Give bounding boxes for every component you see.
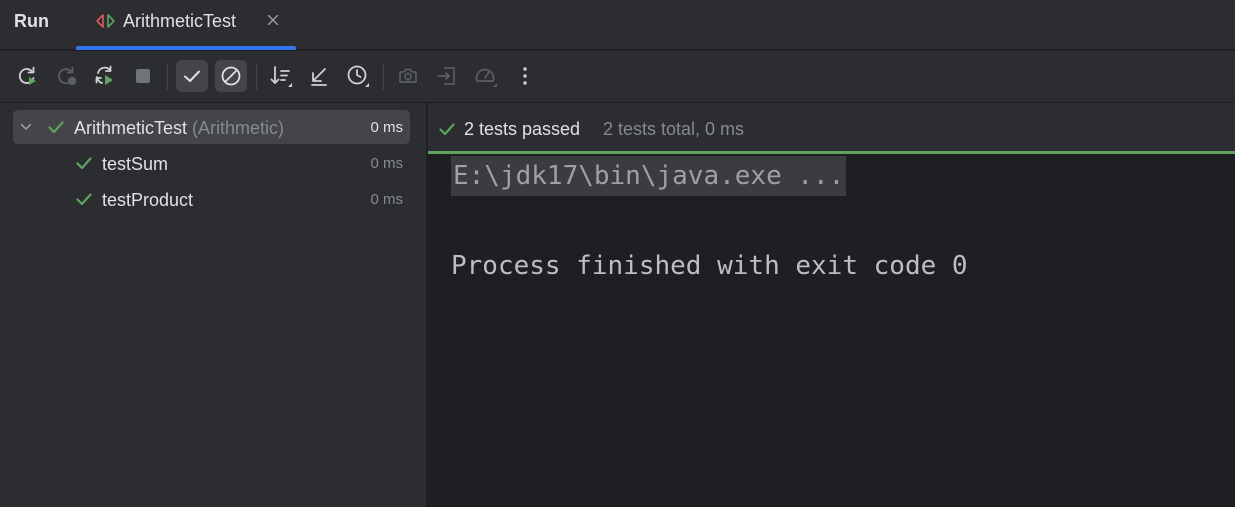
tree-node-label: ArithmeticTest (Arithmetic) [74, 117, 284, 139]
toolbar-separator [383, 63, 384, 90]
tree-node-root[interactable]: ArithmeticTest (Arithmetic) 0 ms [13, 110, 410, 144]
console-command-line[interactable]: E:\jdk17\bin\java.exe ... [451, 156, 847, 196]
sort-button[interactable] [265, 60, 297, 92]
test-duration: 0 ms [370, 119, 403, 136]
more-options-button[interactable] [509, 60, 541, 92]
test-duration: 0 ms [370, 155, 403, 172]
close-icon[interactable] [265, 12, 281, 28]
tool-window-header: Run ArithmeticTest [0, 0, 1235, 50]
rerun-icon [15, 64, 39, 88]
chevron-down-icon[interactable] [19, 120, 33, 139]
toggle-auto-test-icon [93, 64, 117, 88]
console-exit-message: Process finished with exit code 0 [451, 251, 968, 281]
rerun-failed-icon [54, 64, 78, 88]
show-passed-toggle[interactable] [176, 60, 208, 92]
test-class-qualifier: (Arithmetic) [192, 118, 285, 138]
toolbar-separator [167, 63, 168, 90]
passed-check-icon [75, 190, 93, 213]
tab-arithmetic-test[interactable]: ArithmeticTest [76, 0, 296, 50]
tests-total-summary: 2 tests total, 0 ms [603, 119, 745, 139]
show-passed-icon [180, 64, 204, 88]
import-tests-button[interactable] [431, 60, 463, 92]
console-panel: 2 tests passed 2 tests total, 0 ms E:\jd… [428, 103, 1235, 507]
show-ignored-icon [219, 64, 243, 88]
passed-check-icon [438, 120, 456, 143]
screenshot-button[interactable] [392, 60, 424, 92]
passed-check-icon [75, 154, 93, 177]
sort-icon [268, 63, 294, 89]
active-tab-indicator [76, 46, 296, 50]
test-status-bar: 2 tests passed 2 tests total, 0 ms [428, 103, 1235, 151]
rerun-failed-button[interactable] [50, 60, 82, 92]
profiler-button[interactable] [470, 60, 502, 92]
passed-check-icon [47, 118, 65, 141]
run-tool-window: Run ArithmeticTest ArithmeticTest (Arith… [0, 0, 1235, 507]
import-tests-icon [435, 64, 459, 88]
test-history-icon [345, 63, 371, 89]
screenshot-icon [396, 64, 420, 88]
tab-label: ArithmeticTest [123, 11, 237, 31]
test-method-name: testProduct [102, 190, 194, 210]
test-duration: 0 ms [370, 191, 403, 208]
show-ignored-toggle[interactable] [215, 60, 247, 92]
test-tree: ArithmeticTest (Arithmetic) 0 ms testSum… [0, 103, 427, 507]
tests-passed-summary: 2 tests passed [464, 119, 581, 139]
rerun-button[interactable] [11, 60, 43, 92]
run-toolbar [0, 51, 1235, 103]
stop-icon [131, 64, 155, 88]
tree-node-test-sum[interactable]: testSum 0 ms [13, 146, 410, 180]
toggle-auto-test-button[interactable] [89, 60, 121, 92]
test-class-name: ArithmeticTest [74, 118, 188, 138]
more-options-icon [513, 64, 537, 88]
stop-button[interactable] [127, 60, 159, 92]
toolbar-separator [256, 63, 257, 90]
collapse-all-button[interactable] [303, 60, 335, 92]
tree-node-test-product[interactable]: testProduct 0 ms [13, 182, 410, 216]
tool-window-title: Run [14, 11, 49, 31]
test-history-button[interactable] [342, 60, 374, 92]
test-method-name: testSum [102, 154, 169, 174]
test-progress-bar [428, 151, 1235, 154]
junit-test-icon [94, 12, 118, 30]
profiler-icon [473, 63, 499, 89]
collapse-all-icon [307, 64, 331, 88]
